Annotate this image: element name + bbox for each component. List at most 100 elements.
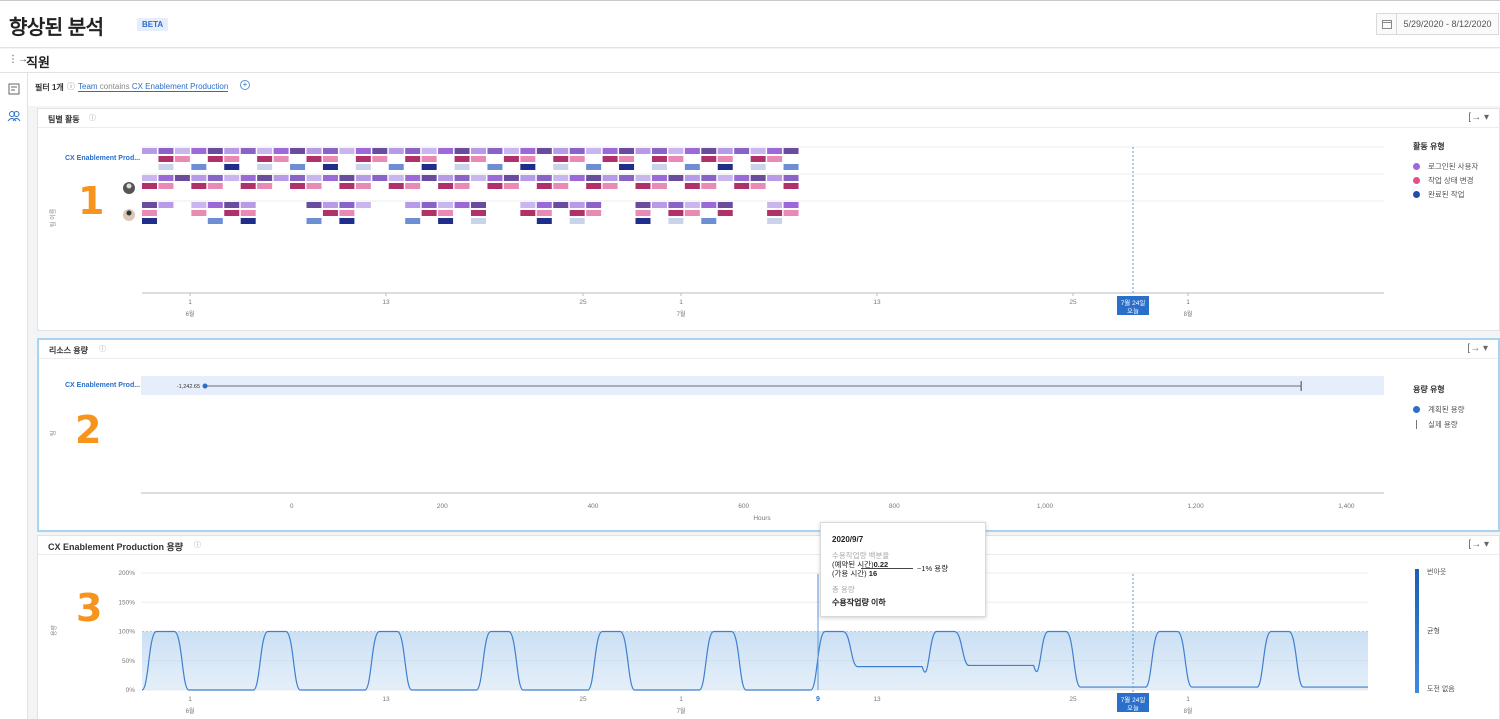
heatmap-cell[interactable] <box>257 164 273 170</box>
heatmap-cell[interactable] <box>569 210 585 216</box>
heatmap-cell[interactable] <box>158 156 174 162</box>
heatmap-cell[interactable] <box>191 164 207 170</box>
date-range-picker[interactable]: 5/29/2020 - 8/12/2020 <box>1376 13 1499 35</box>
heatmap-cell[interactable] <box>355 175 371 181</box>
heatmap-cell[interactable] <box>553 183 569 189</box>
heatmap-cell[interactable] <box>668 218 684 224</box>
heatmap-cell[interactable] <box>586 183 602 189</box>
heatmap-cell[interactable] <box>240 175 256 181</box>
heatmap-cell[interactable] <box>224 210 240 216</box>
heatmap-cell[interactable] <box>224 148 240 154</box>
heatmap-cell[interactable] <box>372 156 388 162</box>
heatmap-cell[interactable] <box>158 148 174 154</box>
calendar-icon[interactable] <box>1377 14 1397 34</box>
heatmap-cell[interactable] <box>717 202 733 208</box>
heatmap-cell[interactable] <box>388 148 404 154</box>
heatmap-cell[interactable] <box>240 202 256 208</box>
legend-item[interactable]: 완료된 작업 <box>1413 189 1465 200</box>
heatmap-cell[interactable] <box>487 148 503 154</box>
heatmap-cell[interactable] <box>306 148 322 154</box>
heatmap-cell[interactable] <box>454 164 470 170</box>
heatmap-cell[interactable] <box>290 183 306 189</box>
heatmap-cell[interactable] <box>635 175 651 181</box>
heatmap-cell[interactable] <box>553 164 569 170</box>
heatmap-cell[interactable] <box>306 218 322 224</box>
heatmap-cell[interactable] <box>191 210 207 216</box>
heatmap-cell[interactable] <box>339 148 355 154</box>
heatmap-cell[interactable] <box>290 148 306 154</box>
legend-item[interactable]: 작업 상태 변경 <box>1413 175 1474 186</box>
heatmap-cell[interactable] <box>651 183 667 189</box>
heatmap-cell[interactable] <box>586 210 602 216</box>
heatmap-cell[interactable] <box>668 156 684 162</box>
heatmap-cell[interactable] <box>767 210 783 216</box>
heatmap-cell[interactable] <box>240 148 256 154</box>
heatmap-cell[interactable] <box>421 202 437 208</box>
heatmap-cell[interactable] <box>273 175 289 181</box>
heatmap-cell[interactable] <box>503 183 519 189</box>
heatmap-cell[interactable] <box>536 148 552 154</box>
heatmap-cell[interactable] <box>306 202 322 208</box>
heatmap-cell[interactable] <box>635 148 651 154</box>
heatmap-cell[interactable] <box>717 148 733 154</box>
heatmap-cell[interactable] <box>668 175 684 181</box>
heatmap-cell[interactable] <box>717 164 733 170</box>
heatmap-cell[interactable] <box>405 175 421 181</box>
heatmap-cell[interactable] <box>750 148 766 154</box>
heatmap-cell[interactable] <box>388 183 404 189</box>
heatmap-cell[interactable] <box>750 175 766 181</box>
heatmap-cell[interactable] <box>207 148 223 154</box>
filter-chip[interactable]: Team contains CX Enablement Production <box>78 82 229 92</box>
heatmap-cell[interactable] <box>421 148 437 154</box>
heatmap-cell[interactable] <box>635 210 651 216</box>
heatmap-cell[interactable] <box>701 148 717 154</box>
heatmap-cell[interactable] <box>783 210 799 216</box>
heatmap-cell[interactable] <box>339 202 355 208</box>
heatmap-cell[interactable] <box>701 202 717 208</box>
heatmap-cell[interactable] <box>142 183 157 189</box>
heatmap-cell[interactable] <box>586 148 602 154</box>
heatmap-cell[interactable] <box>767 175 783 181</box>
heatmap-cell[interactable] <box>536 175 552 181</box>
heatmap-cell[interactable] <box>224 175 240 181</box>
heatmap-cell[interactable] <box>701 175 717 181</box>
heatmap-cell[interactable] <box>520 164 536 170</box>
heatmap-cell[interactable] <box>750 156 766 162</box>
heatmap-cell[interactable] <box>602 148 618 154</box>
heatmap-cell[interactable] <box>355 183 371 189</box>
heatmap-cell[interactable] <box>207 156 223 162</box>
heatmap-cell[interactable] <box>174 175 190 181</box>
heatmap-cell[interactable] <box>438 148 454 154</box>
heatmap-cell[interactable] <box>322 148 338 154</box>
heatmap-cell[interactable] <box>668 202 684 208</box>
heatmap-cell[interactable] <box>405 202 421 208</box>
heatmap-cell[interactable] <box>355 202 371 208</box>
heatmap-cell[interactable] <box>339 183 355 189</box>
heatmap-cell[interactable] <box>421 156 437 162</box>
heatmap-cell[interactable] <box>257 175 273 181</box>
heatmap-cell[interactable] <box>471 148 486 154</box>
heatmap-cell[interactable] <box>290 164 306 170</box>
info-icon[interactable]: ⓘ <box>67 81 75 92</box>
add-filter-button[interactable]: + <box>240 80 250 90</box>
heatmap-cell[interactable] <box>405 183 421 189</box>
drawer-toggle-icon[interactable]: ⋮→ <box>8 54 28 65</box>
heatmap-cell[interactable] <box>520 175 536 181</box>
heatmap-cell[interactable] <box>767 148 783 154</box>
date-range-text[interactable]: 5/29/2020 - 8/12/2020 <box>1397 19 1498 29</box>
heatmap-cell[interactable] <box>487 164 503 170</box>
heatmap-cell[interactable] <box>142 210 157 216</box>
heatmap-cell[interactable] <box>503 148 519 154</box>
heatmap-cell[interactable] <box>142 218 157 224</box>
heatmap-cell[interactable] <box>240 183 256 189</box>
heatmap-cell[interactable] <box>290 175 306 181</box>
heatmap-cell[interactable] <box>191 148 207 154</box>
heatmap-cell[interactable] <box>191 202 207 208</box>
heatmap-cell[interactable] <box>586 164 602 170</box>
row-label[interactable]: CX Enablement Prod... <box>65 155 140 162</box>
report-icon[interactable] <box>7 82 21 96</box>
heatmap-cell[interactable] <box>520 148 536 154</box>
heatmap-cell[interactable] <box>438 202 454 208</box>
heatmap-cell[interactable] <box>454 156 470 162</box>
heatmap-cell[interactable] <box>224 202 240 208</box>
